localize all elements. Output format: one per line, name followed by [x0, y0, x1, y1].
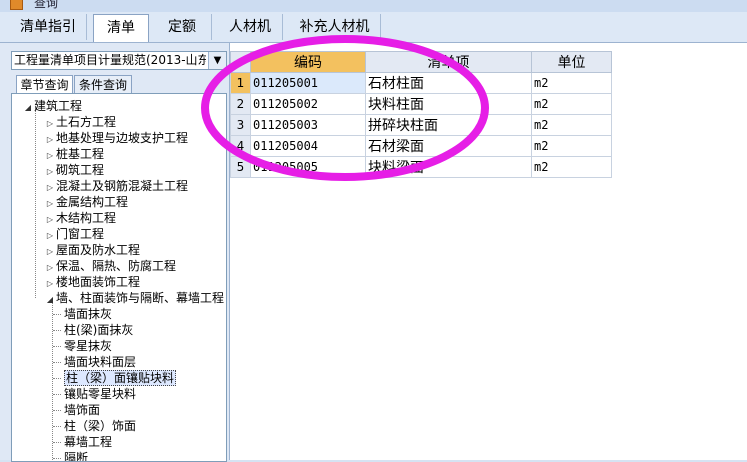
cell-unit[interactable]: m2	[531, 93, 612, 115]
tree-leaf[interactable]: 墙面抹灰	[64, 306, 112, 322]
tab-quota[interactable]: 定额	[153, 14, 212, 40]
cell-code[interactable]: 011205001	[250, 72, 366, 94]
cell-code[interactable]: 011205002	[250, 93, 366, 115]
tree-leaf[interactable]: 墙面块料面层	[64, 354, 136, 370]
tree-node[interactable]: ▷ 门窗工程	[44, 226, 104, 242]
tree-leaf-selected[interactable]: 柱（梁）面镶贴块料	[64, 370, 177, 386]
cell-item[interactable]: 拼碎块柱面	[365, 114, 532, 136]
column-header-item[interactable]: 清单项	[365, 51, 532, 73]
tree-leaf[interactable]: 镶贴零星块料	[64, 386, 136, 402]
collapse-triangle-icon[interactable]: ◢	[22, 100, 34, 116]
window-title: 查询	[34, 0, 59, 10]
tree-node[interactable]: ▷ 地基处理与边坡支护工程	[44, 130, 188, 146]
cell-unit[interactable]: m2	[531, 114, 612, 136]
tab-bar: 清单指引 清单 定额 人材机 补充人材机	[0, 12, 747, 43]
tree-node[interactable]: ▷ 砌筑工程	[44, 162, 104, 178]
spec-select[interactable]: 工程量清单项目计量规范(2013-山东) ▼	[11, 51, 227, 70]
title-bar: 查询	[0, 0, 747, 12]
cell-item[interactable]: 石材柱面	[365, 72, 532, 94]
tree-node[interactable]: ▷ 楼地面装饰工程	[44, 274, 140, 290]
tab-list[interactable]: 清单	[93, 14, 149, 42]
chevron-down-icon[interactable]: ▼	[208, 52, 226, 69]
cell-item[interactable]: 石材梁面	[365, 135, 532, 157]
tree-leaf[interactable]: 墙饰面	[64, 402, 100, 418]
row-number[interactable]: 3	[230, 114, 251, 136]
cell-item[interactable]: 块料梁面	[365, 156, 532, 178]
tree-node[interactable]: ▷ 土石方工程	[44, 114, 116, 130]
tree-node[interactable]: ▷ 屋面及防水工程	[44, 242, 140, 258]
cell-code[interactable]: 011205003	[250, 114, 366, 136]
subtab-chapter-query[interactable]: 章节查询	[16, 75, 73, 94]
cell-unit[interactable]: m2	[531, 135, 612, 157]
tab-supplement-labor-material-machine[interactable]: 补充人材机	[289, 14, 381, 40]
tree-leaf[interactable]: 幕墙工程	[64, 434, 112, 450]
cell-code[interactable]: 011205005	[250, 156, 366, 178]
row-number[interactable]: 1	[230, 72, 251, 94]
table-row[interactable]: 4 011205004 石材梁面 m2	[230, 135, 612, 157]
tab-labor-material-machine[interactable]: 人材机	[218, 14, 283, 40]
tree-node[interactable]: ▷ 桩基工程	[44, 146, 104, 162]
app-icon	[10, 0, 23, 10]
tree-leaf[interactable]: 零星抹灰	[64, 338, 112, 354]
cell-item[interactable]: 块料柱面	[365, 93, 532, 115]
tab-list-guide[interactable]: 清单指引	[10, 14, 87, 40]
collapse-triangle-icon[interactable]: ◢	[44, 292, 56, 308]
column-header-unit[interactable]: 单位	[531, 51, 612, 73]
tree-node[interactable]: ▷ 木结构工程	[44, 210, 116, 226]
tree-node[interactable]: ▷ 保温、隔热、防腐工程	[44, 258, 176, 274]
tree-leaf[interactable]: 隔断	[64, 450, 88, 461]
subtab-condition-query[interactable]: 条件查询	[74, 75, 132, 94]
table-row[interactable]: 5 011205005 块料梁面 m2	[230, 156, 612, 178]
tree-node-expanded[interactable]: ◢ 墙、柱面装饰与隔断、幕墙工程	[44, 290, 224, 306]
table-row[interactable]: 1 011205001 石材柱面 m2	[230, 72, 612, 94]
cell-unit[interactable]: m2	[531, 156, 612, 178]
row-number[interactable]: 5	[230, 156, 251, 178]
result-grid: 编码 清单项 单位 1 011205001 石材柱面 m2 2 01120500…	[230, 51, 612, 178]
tree-node[interactable]: ▷ 混凝土及钢筋混凝土工程	[44, 178, 188, 194]
table-row[interactable]: 3 011205003 拼碎块柱面 m2	[230, 114, 612, 136]
spec-select-value: 工程量清单项目计量规范(2013-山东)	[14, 53, 206, 67]
cell-unit[interactable]: m2	[531, 72, 612, 94]
tree-node[interactable]: ▷ 金属结构工程	[44, 194, 128, 210]
grid-corner[interactable]	[230, 51, 251, 73]
result-grid-area: 编码 清单项 单位 1 011205001 石材柱面 m2 2 01120500…	[230, 43, 747, 460]
left-panel: 工程量清单项目计量规范(2013-山东) ▼ 章节查询 条件查询 ◢ 建筑工程 ▷…	[0, 43, 230, 462]
row-number[interactable]: 4	[230, 135, 251, 157]
tree-leaf[interactable]: 柱(梁)面抹灰	[64, 322, 133, 338]
chapter-tree: ◢ 建筑工程 ▷ 土石方工程 ▷ 地基处理与边坡支护工程 ▷ 桩基工程 ▷ 砌筑工程 ▷ 混…	[11, 93, 227, 462]
table-row[interactable]: 2 011205002 块料柱面 m2	[230, 93, 612, 115]
tree-leaf[interactable]: 柱（梁）饰面	[64, 418, 136, 434]
column-header-code[interactable]: 编码	[250, 51, 366, 73]
cell-code[interactable]: 011205004	[250, 135, 366, 157]
tree-node-root[interactable]: ◢ 建筑工程	[22, 98, 82, 114]
row-number[interactable]: 2	[230, 93, 251, 115]
grid-header-row: 编码 清单项 单位	[230, 51, 612, 73]
